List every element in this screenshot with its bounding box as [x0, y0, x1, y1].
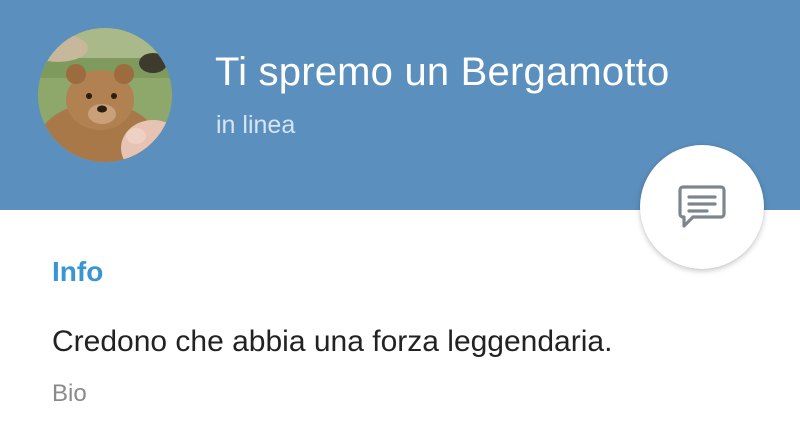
profile-screen: Ti spremo un Bergamotto in linea Info Cr… — [0, 0, 800, 439]
message-icon — [678, 185, 726, 228]
chat-title: Ti spremo un Bergamotto — [215, 50, 670, 94]
avatar[interactable] — [38, 28, 172, 162]
info-section-title: Info — [52, 256, 104, 287]
bio-label: Bio — [52, 380, 87, 407]
send-message-button[interactable] — [640, 145, 764, 269]
bear-photo-icon — [38, 28, 172, 162]
bio-text[interactable]: Credono che abbia una forza leggendaria. — [52, 325, 612, 359]
online-status: in linea — [216, 111, 296, 139]
